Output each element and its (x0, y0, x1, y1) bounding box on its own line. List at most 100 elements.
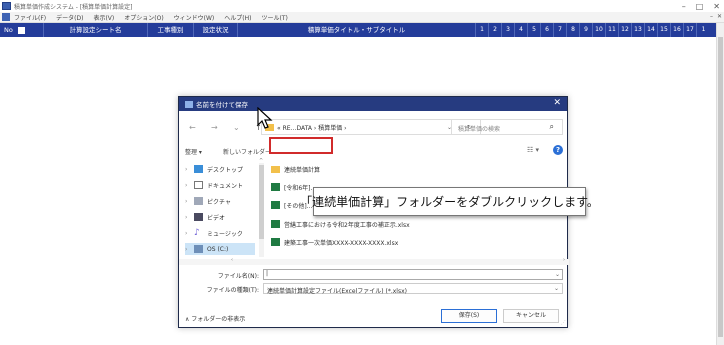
chevron-right-icon[interactable]: › (185, 166, 189, 173)
file-item[interactable]: [令和6年]… (271, 181, 317, 193)
filetype-label: ファイルの種類(T): (206, 287, 259, 294)
menu-data[interactable]: データ(D) (56, 13, 83, 22)
history-chevron-icon[interactable]: ⌄ (233, 123, 245, 132)
header-col-num[interactable]: 9 (580, 23, 593, 37)
resize-grip-icon[interactable]: ⋰ (561, 320, 566, 326)
header-no[interactable]: No (0, 23, 44, 37)
address-row: ← → ⌄ ↑ « RE…DATA › 積算単価 › ⌄ ↻ 積算単価の検索 ⌕ (179, 119, 569, 135)
mouse-cursor-icon (257, 107, 273, 129)
scrollbar-thumb[interactable] (259, 165, 264, 239)
documents-icon (194, 181, 203, 189)
chevron-right-icon[interactable]: › (185, 246, 189, 253)
mdi-close-button[interactable]: ✕ (717, 13, 722, 20)
excel-file-icon (271, 201, 280, 209)
header-col-num[interactable]: 11 (606, 23, 619, 37)
chevron-right-icon[interactable]: › (185, 230, 189, 237)
forward-arrow-icon[interactable]: → (211, 123, 223, 132)
file-item[interactable]: 営繕工事における令和2年度工事の補正示.xlsx (271, 218, 410, 230)
scroll-left-icon[interactable]: ‹ (231, 257, 233, 263)
menu-tools[interactable]: ツール(T) (261, 13, 287, 22)
filetype-select[interactable]: 連続単価計算設定ファイル(Excelファイル) (*.xlsx) ⌄ (263, 283, 563, 295)
organize-button[interactable]: 整理 ▾ (185, 147, 202, 156)
file-name: 営繕工事における令和2年度工事の補正示.xlsx (284, 221, 410, 229)
filename-input[interactable]: | ⌄ (263, 269, 563, 280)
menubar: ファイル(F) データ(D) 表示(V) オプション(O) ウィンドウ(W) ヘ… (0, 12, 724, 23)
header-sheet-name[interactable]: 計算設定シート名 (44, 23, 148, 37)
filename-label: ファイル名(N): (217, 273, 259, 280)
close-window-button[interactable]: ✕ (713, 2, 720, 11)
chevron-right-icon[interactable]: › (185, 198, 189, 205)
chevron-right-icon[interactable]: › (185, 214, 189, 221)
scroll-right-icon[interactable]: › (563, 257, 565, 263)
menu-file[interactable]: ファイル(F) (14, 13, 46, 22)
header-col-num[interactable]: 15 (658, 23, 671, 37)
instruction-callout: 「連続単価計算」フォルダーをダブルクリックします。 (300, 187, 599, 216)
cancel-button[interactable]: キャンセル (503, 309, 559, 323)
header-col-num[interactable]: 6 (541, 23, 554, 37)
document-icon (2, 13, 10, 21)
save-button[interactable]: 保存(S) (441, 309, 497, 323)
mdi-minimize-button[interactable]: – (710, 13, 713, 20)
menu-options[interactable]: オプション(O) (124, 13, 163, 22)
dialog-close-button[interactable]: ✕ (553, 98, 561, 108)
dialog-titlebar: 名前を付けて保存 ✕ (179, 97, 567, 111)
nav-item-desktop[interactable]: › デスクトップ (185, 163, 243, 175)
header-col-num[interactable]: 2 (489, 23, 502, 37)
nav-item-documents[interactable]: › ドキュメント (185, 179, 243, 191)
hide-folders-toggle[interactable]: ∧ フォルダーの非表示 (185, 314, 245, 323)
header-col-num[interactable]: 8 (567, 23, 580, 37)
header-setting-status[interactable]: 設定状況 (194, 23, 238, 37)
header-col-num[interactable]: 16 (671, 23, 684, 37)
chevron-down-icon[interactable]: ⌄ (554, 285, 559, 292)
view-options-icon[interactable]: ☷ ▾ (527, 146, 539, 154)
header-col-num[interactable]: 13 (632, 23, 645, 37)
scroll-up-icon[interactable]: ^ (259, 158, 263, 164)
nav-item-pictures[interactable]: › ピクチャ (185, 195, 231, 207)
grid-vertical-scrollbar[interactable] (716, 23, 724, 345)
header-col-num[interactable]: 12 (619, 23, 632, 37)
nav-item-videos[interactable]: › ビデオ (185, 211, 225, 223)
header-title[interactable]: 積算単価タイトル・サブタイトル (238, 23, 476, 37)
pictures-icon (194, 197, 203, 205)
header-col-num[interactable]: 17 (684, 23, 697, 37)
address-bar[interactable]: « RE…DATA › 積算単価 › ⌄ ↻ (261, 119, 481, 135)
file-name: 建築工事一次単価XXXX-XXXX-XXXX.xlsx (284, 239, 399, 247)
header-work-type[interactable]: 工事種別 (148, 23, 194, 37)
chevron-right-icon[interactable]: › (185, 182, 189, 189)
chevron-down-icon[interactable]: ⌄ (555, 271, 560, 278)
header-col-num[interactable]: 7 (554, 23, 567, 37)
folder-item-renzoku[interactable]: 連続単価計算 (271, 163, 320, 175)
header-col-num[interactable]: 10 (593, 23, 606, 37)
header-col-num[interactable]: 5 (528, 23, 541, 37)
excel-file-icon (271, 238, 280, 246)
header-col-num[interactable]: 1 (697, 23, 710, 37)
nav-item-label: ピクチャ (207, 198, 231, 206)
nav-pane-scrollbar[interactable]: ^ (259, 158, 264, 257)
menu-view[interactable]: 表示(V) (93, 13, 114, 22)
header-col-num[interactable]: 14 (645, 23, 658, 37)
header-col-num[interactable]: 1 (476, 23, 489, 37)
new-folder-button[interactable]: 新しいフォルダー (223, 147, 271, 156)
help-icon[interactable]: ? (553, 145, 563, 155)
nav-item-label: OS (C:) (207, 245, 229, 253)
file-item[interactable]: 建築工事一次単価XXXX-XXXX-XXXX.xlsx (271, 236, 398, 248)
minimize-button[interactable]: – (682, 2, 686, 11)
search-box[interactable]: 積算単価の検索 ⌕ (451, 119, 563, 135)
music-icon: ♪ (194, 228, 200, 238)
nav-item-music[interactable]: › ♪ ミュージック (185, 227, 243, 239)
header-col-num[interactable]: 4 (515, 23, 528, 37)
select-all-checkbox[interactable] (17, 26, 25, 34)
nav-item-drive-c[interactable]: › OS (C:) (185, 243, 255, 255)
menu-window[interactable]: ウィンドウ(W) (174, 13, 215, 22)
nav-item-label: ドキュメント (207, 182, 244, 190)
back-arrow-icon[interactable]: ← (189, 123, 201, 132)
header-col-num[interactable]: 3 (502, 23, 515, 37)
excel-file-icon (271, 183, 280, 191)
nav-item-label: デスクトップ (207, 166, 244, 174)
scrollbar-thumb[interactable] (718, 37, 723, 337)
folder-highlight-box (269, 137, 333, 154)
maximize-button[interactable]: □ (696, 2, 704, 11)
menu-help[interactable]: ヘルプ(H) (224, 13, 251, 22)
file-list-horizontal-scrollbar[interactable]: ‹ › (179, 257, 569, 265)
navigation-pane: › デスクトップ › ドキュメント › ピクチャ › ビデオ › ♪ ミュージッ… (179, 163, 265, 263)
